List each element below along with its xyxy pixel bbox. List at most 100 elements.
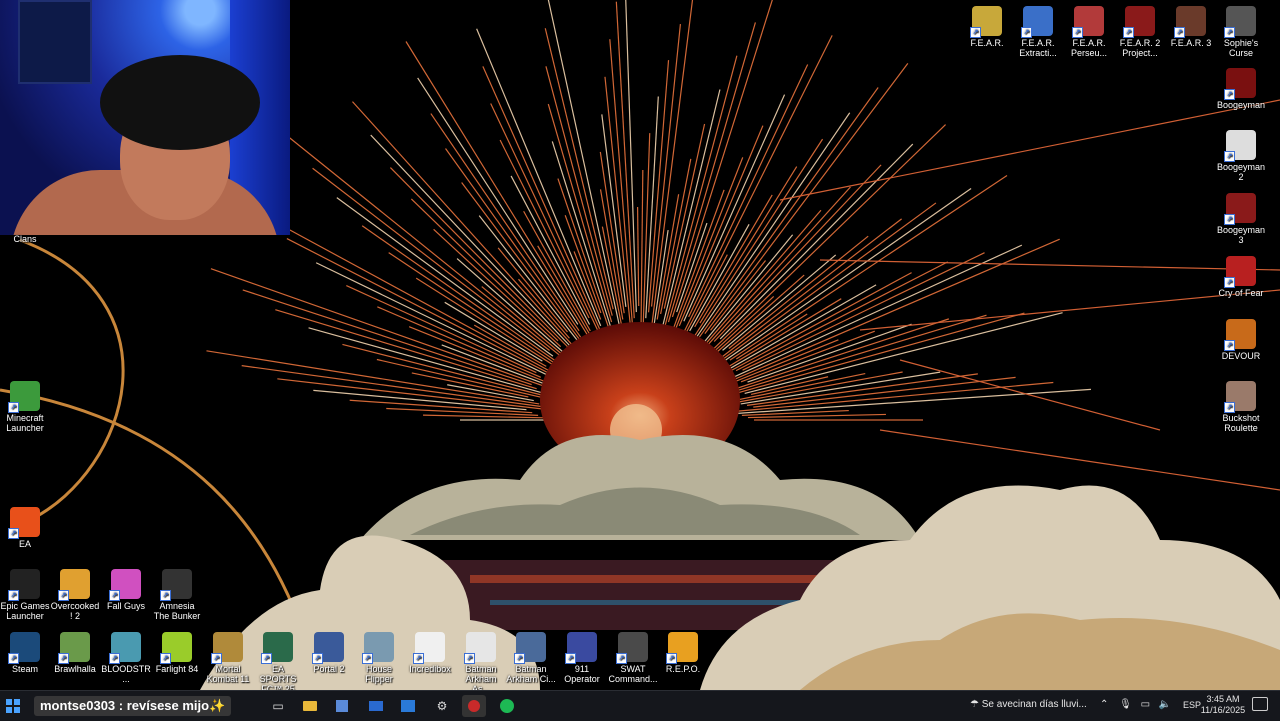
shortcut-arrow-icon: ↗: [8, 402, 19, 413]
desktop-icon-epic-games[interactable]: ↗ Epic Games Launcher: [0, 569, 50, 621]
clock-time: 3:45 AM: [1206, 694, 1240, 704]
shortcut-arrow-icon: ↗: [1224, 27, 1235, 38]
desktop-icon-ea-sports-fc[interactable]: ↗ EA SPORTS FC™ 25: [253, 632, 303, 690]
desktop-icon-batman-asylum[interactable]: ↗ Batman Arkham As...: [456, 632, 506, 690]
ea-sports-fc-icon: ↗: [261, 632, 293, 664]
desktop-icon-fear-3[interactable]: ↗ F.E.A.R. 3: [1166, 6, 1216, 48]
desktop-icon-boogeyman-2[interactable]: ↗ Boogeyman 2: [1216, 130, 1266, 182]
desktop-icon-label: BLOODSTR...: [101, 664, 151, 684]
desktop-icon-fall-guys[interactable]: ↗ Fall Guys: [101, 569, 151, 611]
desktop-icon-portal-2[interactable]: ↗ Portal 2: [304, 632, 354, 674]
file-explorer-icon[interactable]: [298, 695, 322, 717]
overcooked-2-icon: ↗: [58, 569, 90, 601]
desktop-icon-amnesia-bunker[interactable]: ↗ Amnesia The Bunker: [152, 569, 202, 621]
repo-icon: ↗: [666, 632, 698, 664]
app-icon[interactable]: [396, 695, 420, 717]
desktop-icon-label: Cry of Fear: [1218, 288, 1264, 298]
fear-2-icon: ↗: [1123, 6, 1155, 38]
desktop-icon-farlight-84[interactable]: ↗ Farlight 84: [152, 632, 202, 674]
mail-icon[interactable]: [364, 695, 388, 717]
desktop-icon-label: Boogeyman: [1216, 100, 1266, 110]
shortcut-arrow-icon: ↗: [58, 590, 69, 601]
boogeyman-icon: ↗: [1224, 68, 1256, 100]
epic-games-icon: ↗: [8, 569, 40, 601]
shortcut-arrow-icon: ↗: [1224, 277, 1235, 288]
desktop-icon-batman-city[interactable]: ↗ Batman Arkham Ci...: [506, 632, 556, 684]
desktop-icon-label: Fall Guys: [106, 601, 145, 611]
fear-perseus-icon: ↗: [1072, 6, 1104, 38]
shortcut-arrow-icon: ↗: [1224, 151, 1235, 162]
cry-of-fear-icon: ↗: [1224, 256, 1256, 288]
shortcut-arrow-icon: ↗: [464, 653, 475, 664]
desktop-icon-sophies-curse[interactable]: ↗ Sophie's Curse: [1216, 6, 1266, 58]
shortcut-arrow-icon: ↗: [616, 653, 627, 664]
desktop-icon-label: Brawlhalla: [54, 664, 96, 674]
chevron-up-icon[interactable]: ⌃: [1100, 699, 1108, 710]
notification-icon[interactable]: [1252, 697, 1268, 711]
desktop-icon-label: Overcooked! 2: [50, 601, 100, 621]
clock[interactable]: 3:45 AM 11/16/2025: [1200, 694, 1246, 716]
desktop-icon-mortal-kombat-11[interactable]: ↗ Mortal Kombat 11: [203, 632, 253, 684]
desktop-icon-brawlhalla[interactable]: ↗ Brawlhalla: [50, 632, 100, 674]
shortcut-arrow-icon: ↗: [1123, 27, 1134, 38]
shortcut-arrow-icon: ↗: [8, 528, 19, 539]
desktop-icon-cry-of-fear[interactable]: ↗ Cry of Fear: [1216, 256, 1266, 298]
desktop-icon-label: Boogeyman 2: [1216, 162, 1266, 182]
ea-icon: ↗: [8, 507, 40, 539]
shortcut-arrow-icon: ↗: [970, 27, 981, 38]
desktop-icon-minecraft-launcher[interactable]: ↗ Minecraft Launcher: [0, 381, 50, 433]
desktop-icon-devour[interactable]: ↗ DEVOUR: [1216, 319, 1266, 361]
spotify-icon[interactable]: [495, 695, 519, 717]
desktop-icon-incredibox[interactable]: ↗ Incredibox: [405, 632, 455, 674]
desktop-icon-label: Incredibox: [409, 664, 451, 674]
desktop-icon-label: House Flipper: [365, 664, 393, 684]
desktop-icon-boogeyman[interactable]: ↗ Boogeyman: [1216, 68, 1266, 110]
desktop-icon-boogeyman-3[interactable]: ↗ Boogeyman 3: [1216, 193, 1266, 245]
weather-widget[interactable]: ☂ Se avecinan días lluvi...: [970, 699, 1087, 710]
shortcut-arrow-icon: ↗: [362, 653, 373, 664]
task-view-icon[interactable]: ▭: [266, 695, 290, 717]
desktop-icon-house-flipper[interactable]: ↗ House Flipper: [354, 632, 404, 684]
desktop-icon-steam[interactable]: ↗ Steam: [0, 632, 50, 674]
desktop-icon-overcooked-2[interactable]: ↗ Overcooked! 2: [50, 569, 100, 621]
desktop-icon-fear-2[interactable]: ↗ F.E.A.R. 2 Project...: [1115, 6, 1165, 58]
language-indicator[interactable]: ESP: [1183, 700, 1201, 710]
mortal-kombat-11-icon: ↗: [211, 632, 243, 664]
shortcut-arrow-icon: ↗: [160, 653, 171, 664]
system-tray: ⌃ 🎙 ▭ 🔈: [1100, 699, 1171, 710]
volume-icon[interactable]: 🔈: [1159, 699, 1171, 710]
desktop-icon-911-operator[interactable]: ↗ 911 Operator: [557, 632, 607, 684]
shortcut-arrow-icon: ↗: [109, 590, 120, 601]
umbrella-icon: ☂: [970, 699, 979, 710]
portal-2-icon: ↗: [312, 632, 344, 664]
desktop-icon-ea[interactable]: ↗ EA: [0, 507, 50, 549]
boogeyman-3-icon: ↗: [1224, 193, 1256, 225]
shortcut-arrow-icon: ↗: [261, 653, 272, 664]
desktop-icon-label: F.E.A.R. Extracti...: [1019, 38, 1057, 58]
shortcut-arrow-icon: ↗: [1224, 89, 1235, 100]
steam-icon: ↗: [8, 632, 40, 664]
desktop-icon-label: 911 Operator: [564, 664, 600, 684]
boogeyman-2-icon: ↗: [1224, 130, 1256, 162]
desktop-icon-bloodstrike[interactable]: ↗ BLOODSTR...: [101, 632, 151, 684]
desktop-icon-buckshot-roulette[interactable]: ↗ Buckshot Roulette: [1216, 381, 1266, 433]
desktop-icon-fear[interactable]: ↗ F.E.A.R.: [962, 6, 1012, 48]
desktop-icon-swat-commander[interactable]: ↗ SWAT Command...: [608, 632, 658, 684]
shortcut-arrow-icon: ↗: [514, 653, 525, 664]
shortcut-arrow-icon: ↗: [666, 653, 677, 664]
obs-taskbar-icon[interactable]: [462, 695, 486, 717]
network-icon[interactable]: ▭: [1141, 699, 1150, 710]
desktop-icon-fear-perseus[interactable]: ↗ F.E.A.R. Perseu...: [1064, 6, 1114, 58]
desktop-icon-repo[interactable]: ↗ R.E.P.O.: [658, 632, 708, 674]
desktop-icon-fear-extraction[interactable]: ↗ F.E.A.R. Extracti...: [1013, 6, 1063, 58]
brawlhalla-icon: ↗: [58, 632, 90, 664]
desktop-icon-label: EA: [18, 539, 31, 549]
store-icon[interactable]: [330, 695, 354, 717]
steam-taskbar-icon[interactable]: ⚙: [430, 695, 454, 717]
windows-start-icon[interactable]: [6, 699, 20, 713]
shortcut-arrow-icon: ↗: [312, 653, 323, 664]
amnesia-bunker-icon: ↗: [160, 569, 192, 601]
microphone-icon[interactable]: 🎙: [1119, 699, 1132, 710]
desktop-icon-label: Sophie's Curse: [1223, 38, 1259, 58]
desktop-icon-label: Amnesia The Bunker: [153, 601, 201, 621]
